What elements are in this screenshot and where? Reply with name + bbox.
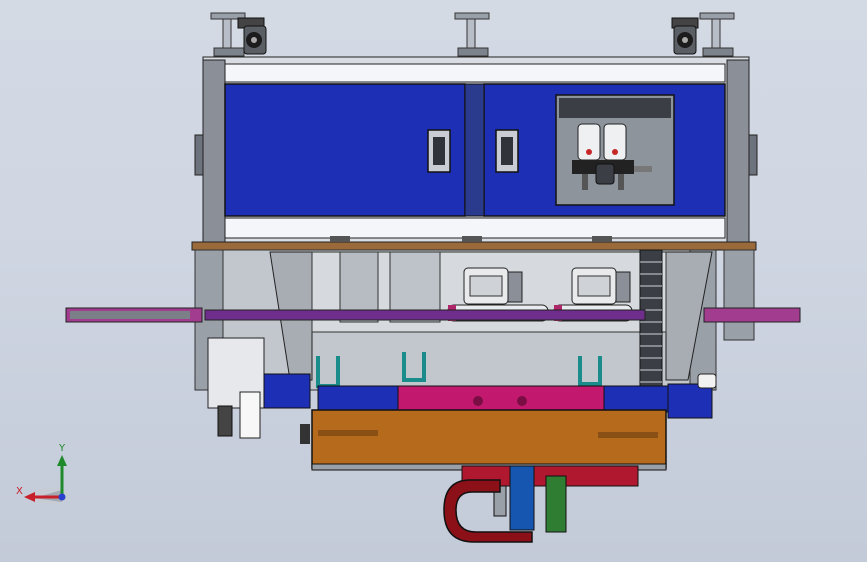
right-blue-block: [667, 383, 713, 419]
leveling-foot-icon: [454, 12, 490, 57]
right-blue-plate: [603, 385, 669, 413]
axis-y-label: Y: [59, 443, 66, 454]
axis-x-label: X: [16, 486, 23, 497]
motor-icon: [571, 267, 631, 305]
blue-counterweight: [509, 465, 535, 531]
door-handle-icon[interactable]: [427, 129, 451, 173]
caster-wheel-icon: [671, 17, 699, 55]
door-handle-icon[interactable]: [495, 129, 519, 173]
coordinate-triad-icon: [24, 455, 70, 504]
leveling-foot-icon: [699, 12, 735, 57]
left-blue-plate: [317, 385, 399, 413]
table-top-board: [191, 241, 757, 251]
motor-icon: [463, 267, 523, 305]
machine-assembly-front-view: [24, 12, 801, 543]
magenta-plate: [394, 385, 606, 413]
right-sensor: [697, 373, 717, 389]
cad-viewport[interactable]: X Y: [0, 0, 867, 562]
green-mount-bar: [545, 475, 567, 533]
brown-base-plate: [311, 409, 667, 471]
